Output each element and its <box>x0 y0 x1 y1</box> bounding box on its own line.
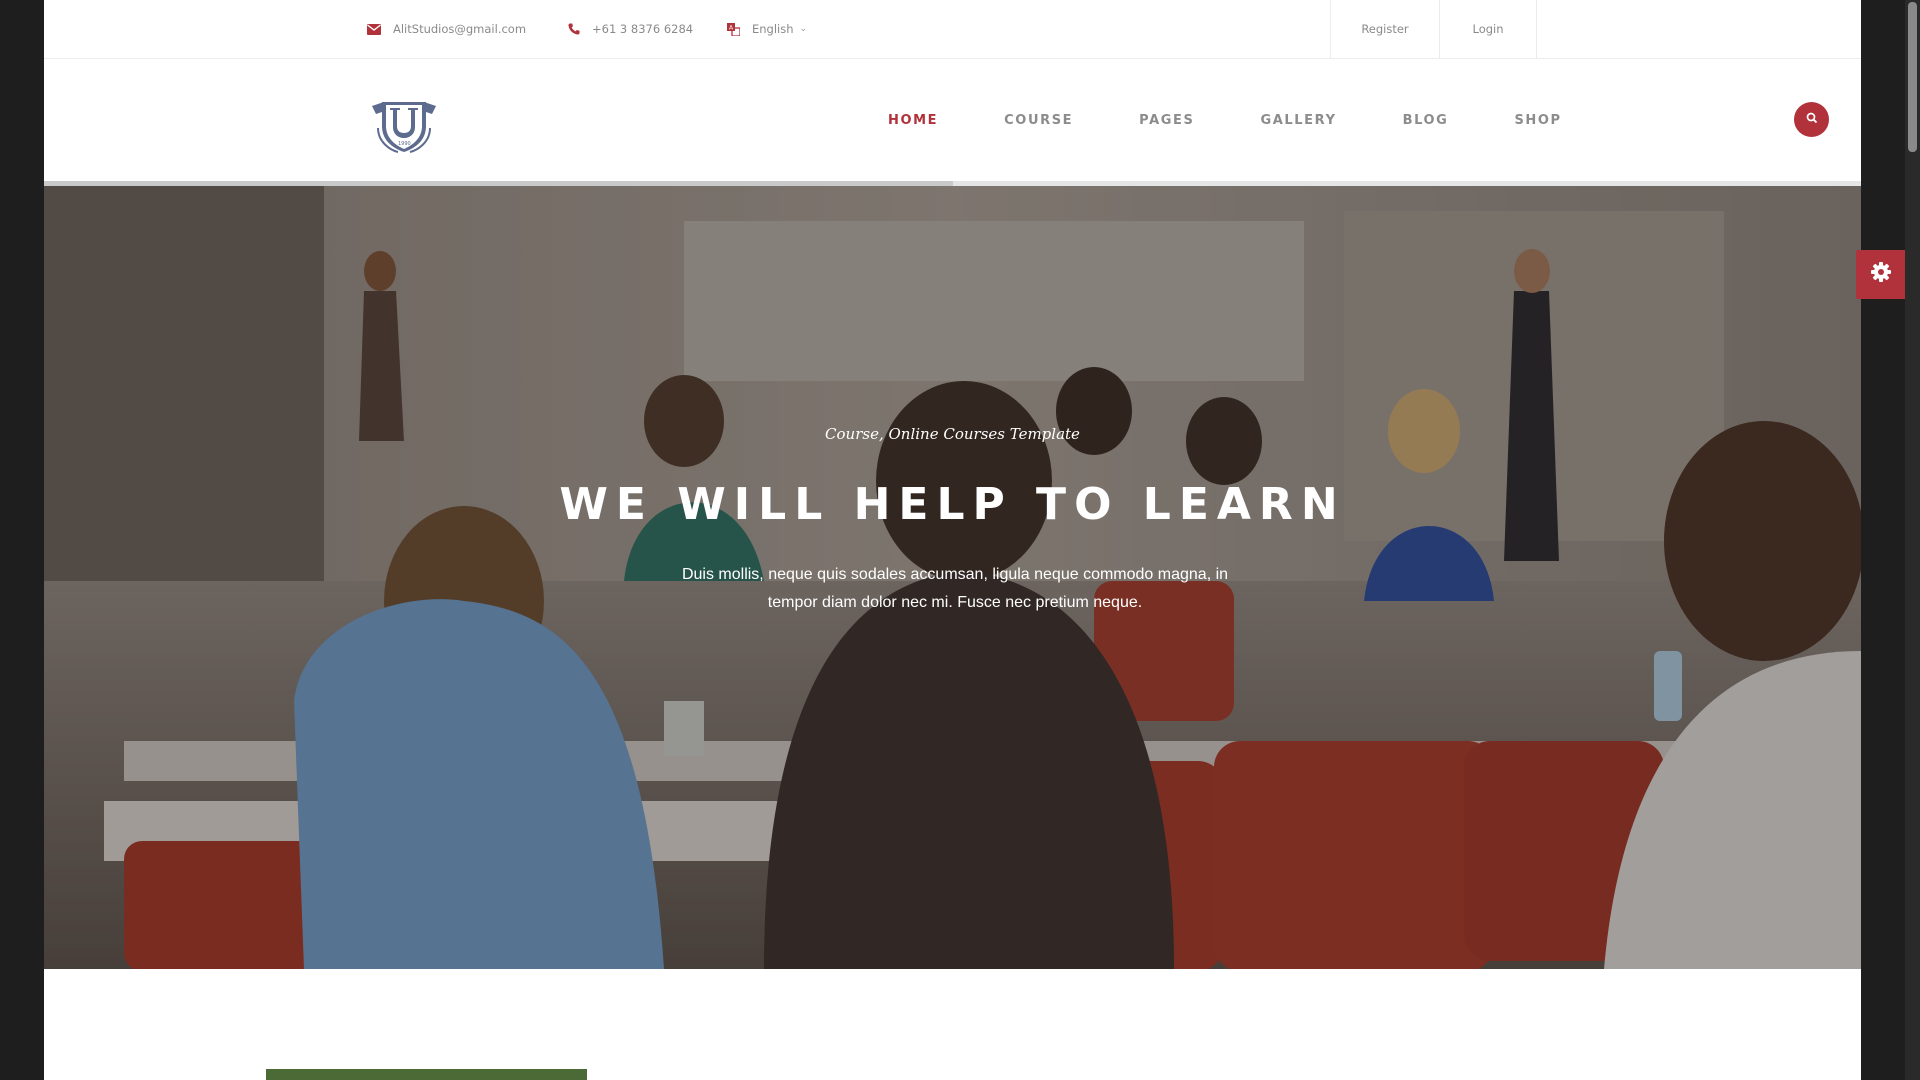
search-button[interactable] <box>1794 102 1829 137</box>
translate-icon: A <box>727 22 740 36</box>
settings-toggle-button[interactable] <box>1856 250 1905 299</box>
phone-icon <box>568 23 580 35</box>
contact-email[interactable]: AlitStudios@gmail.com <box>367 0 526 58</box>
hero-description: Duis mollis, neque quis sodales accumsan… <box>681 566 1229 611</box>
chevron-down-icon: ⌄ <box>799 24 808 34</box>
scrollbar-thumb[interactable] <box>1908 2 1917 152</box>
svg-text:1990: 1990 <box>398 141 411 147</box>
top-bar: AlitStudios@gmail.com +61 3 8376 6284 A … <box>44 0 1861 59</box>
phone-text: +61 3 8376 6284 <box>592 22 694 36</box>
nav-shop[interactable]: SHOP <box>1514 113 1561 128</box>
search-icon <box>1806 111 1818 129</box>
section-image <box>266 1069 587 1080</box>
content-section <box>44 969 1861 1080</box>
account-links: Register Login <box>1330 0 1537 58</box>
page: AlitStudios@gmail.com +61 3 8376 6284 A … <box>44 0 1861 1080</box>
language-label: English <box>752 22 794 36</box>
slider-progress-fill <box>44 181 953 186</box>
email-text: AlitStudios@gmail.com <box>393 22 527 36</box>
nav-blog[interactable]: BLOG <box>1403 113 1449 128</box>
page-scrollbar[interactable] <box>1905 0 1920 1080</box>
nav-gallery[interactable]: GALLERY <box>1260 113 1336 128</box>
slider-progress-bar <box>44 181 1861 186</box>
hero-slider: Course, Online Courses Template WE WILL … <box>44 181 1861 969</box>
hero-title: WE WILL HELP TO LEARN <box>559 479 1346 530</box>
main-nav: HOME COURSE PAGES GALLERY BLOG SHOP <box>888 60 1562 181</box>
nav-pages[interactable]: PAGES <box>1139 113 1194 128</box>
nav-home[interactable]: HOME <box>888 113 938 128</box>
main-header: 1990 HOME COURSE PAGES GALLERY BLOG SHOP <box>44 60 1861 181</box>
contact-phone[interactable]: +61 3 8376 6284 <box>568 0 693 58</box>
language-selector[interactable]: A English ⌄ <box>727 0 807 58</box>
nav-course[interactable]: COURSE <box>1004 113 1073 128</box>
gear-icon <box>1870 261 1892 288</box>
envelope-icon <box>367 23 381 35</box>
login-link[interactable]: Login <box>1440 0 1537 58</box>
site-logo[interactable]: 1990 <box>366 98 442 154</box>
hero-subtitle: Course, Online Courses Template <box>825 425 1080 443</box>
register-link[interactable]: Register <box>1331 0 1440 58</box>
